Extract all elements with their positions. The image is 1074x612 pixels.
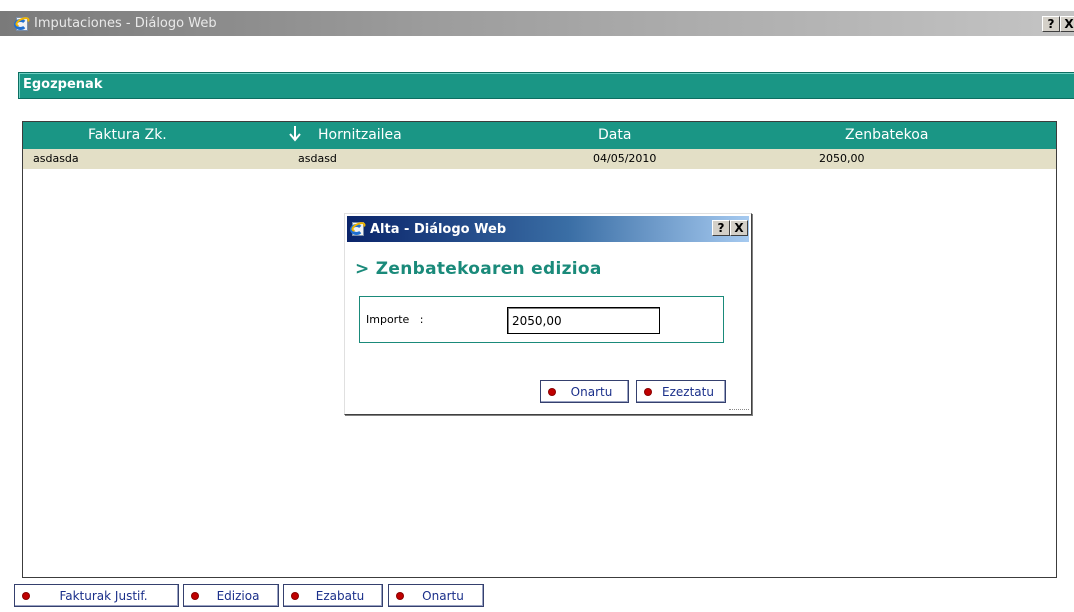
- cell-amount: 2050,00: [819, 152, 865, 165]
- dialog-ok-button[interactable]: Onartu: [540, 380, 629, 403]
- dialog-titlebar: Alta - Diálogo Web ? X: [347, 216, 749, 242]
- dialog-close-button[interactable]: X: [730, 220, 748, 236]
- column-header-supplier[interactable]: Hornitzailea: [318, 127, 402, 143]
- dialog-title: Alta - Diálogo Web: [370, 221, 507, 237]
- accept-button[interactable]: Onartu: [388, 584, 484, 607]
- bullet-icon: [645, 388, 651, 395]
- edit-amount-dialog: Alta - Diálogo Web ? X > Zenbatekoaren e…: [344, 213, 752, 415]
- window-titlebar: Imputaciones - Diálogo Web ? X: [0, 11, 1074, 36]
- column-header-date[interactable]: Data: [598, 127, 631, 143]
- cell-date: 04/05/2010: [593, 152, 657, 165]
- bullet-icon: [397, 592, 403, 599]
- sort-arrow-icon[interactable]: [288, 122, 302, 144]
- bullet-icon: [23, 592, 29, 599]
- dialog-ok-label: Onartu: [570, 384, 613, 399]
- section-header: Egozpenak: [18, 72, 1074, 99]
- amount-label: Importe :: [366, 313, 424, 326]
- justify-invoices-label: Fakturak Justif.: [59, 588, 148, 603]
- bullet-icon: [292, 592, 298, 599]
- dialog-heading: > Zenbatekoaren edizioa: [355, 259, 602, 279]
- accept-label: Onartu: [422, 588, 464, 603]
- cell-invoice-number: asdasda: [33, 152, 79, 165]
- grid-header: Faktura Zk. Hornitzailea Data Zenbatekoa: [23, 122, 1056, 149]
- edit-label: Edizioa: [216, 588, 260, 603]
- resize-grip-icon[interactable]: [729, 409, 749, 412]
- column-header-invoice-number[interactable]: Faktura Zk.: [88, 127, 167, 143]
- table-row[interactable]: asdasda asdasd 04/05/2010 2050,00: [23, 149, 1056, 169]
- dialog-help-button[interactable]: ?: [712, 220, 730, 236]
- justify-invoices-button[interactable]: Fakturak Justif.: [14, 584, 179, 607]
- cell-supplier: asdasd: [298, 152, 337, 165]
- bullet-icon: [192, 592, 198, 599]
- amount-input[interactable]: [507, 307, 660, 334]
- delete-button[interactable]: Ezabatu: [283, 584, 383, 607]
- amount-fieldset: Importe :: [359, 296, 724, 343]
- edit-button[interactable]: Edizioa: [183, 584, 279, 607]
- column-header-amount[interactable]: Zenbatekoa: [845, 127, 928, 143]
- ie-icon: [14, 14, 31, 32]
- delete-label: Ezabatu: [315, 588, 365, 603]
- close-button[interactable]: X: [1060, 16, 1074, 32]
- bullet-icon: [549, 388, 555, 395]
- dialog-cancel-label: Ezeztatu: [662, 384, 714, 399]
- dialog-cancel-button[interactable]: Ezeztatu: [636, 380, 726, 403]
- section-title: Egozpenak: [23, 77, 103, 92]
- window-title: Imputaciones - Diálogo Web: [34, 16, 217, 31]
- help-button[interactable]: ?: [1042, 16, 1060, 32]
- ie-icon: [350, 220, 367, 237]
